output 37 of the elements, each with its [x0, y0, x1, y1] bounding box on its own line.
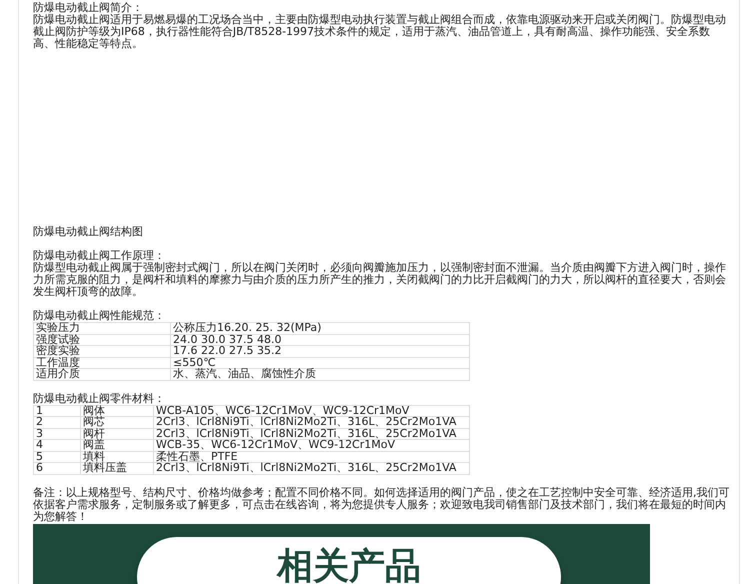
table-cell: 填料压盖	[80, 462, 154, 474]
table-cell: 阀体	[80, 405, 154, 416]
table-cell: 2Crl3、lCrl8Ni9Ti、lCrl8Ni2Mo2Ti、316L、25Cr2Mo1VA	[154, 416, 470, 428]
principle-paragraph: 防爆型电动截止阀属于强制密封式阀门，所以在阀门关闭时，必须向阀瓣施加压力，以强制密封面不泄漏。当介质由阀瓣下方进入阀门时，操作力所需克服的阻力，是阀杆和填料的摩擦力与由介质的压力所产生的推力，关闭截阀门的力比开启截阀门的力大，所以阀杆的直径要大，否则会发生阀杆顶弯的故障。	[33, 262, 727, 298]
note-paragraph: 备注：以上规格型号、结构尺寸、价格均做参考；配置不同价格不同。如何选择适用的阀门产品，使之在工艺控制中安全可靠、经济适用,我们可依据客户需求服务，定制服务或了解更多，可点击在线咨询，将为您提供专人服务；欢迎致电我司销售部门及技术部门，我们将在最短的时间内为您解答！	[33, 486, 730, 522]
table-cell: 2Crl3、lCrl8Ni9Ti、lCrl8Ni2Mo2Ti、316L、25Cr2Mo1VA	[154, 462, 470, 474]
table-cell: 实验压力	[34, 322, 170, 334]
table-cell: 5	[34, 451, 80, 462]
table-cell: 水、蒸汽、油品、腐蚀性介质	[170, 368, 470, 380]
table-cell: 工作温度	[34, 357, 170, 368]
table-cell: 阀盖	[80, 440, 154, 451]
table-cell: 24.0 30.0 37.5 48.0	[170, 334, 470, 346]
table-cell: 强度试验	[34, 334, 170, 346]
section-heading: 防爆电动截止阀性能规范：	[33, 310, 166, 322]
table-cell: 适用介质	[34, 368, 170, 380]
table-cell: 1	[34, 405, 80, 416]
table-cell: 公称压力16.20. 25. 32(MPa)	[170, 322, 470, 334]
section-heading: 防爆电动截止阀结构图	[33, 226, 144, 238]
table-cell: 阀芯	[80, 416, 154, 428]
table-cell: ≤550℃	[170, 357, 470, 368]
table-cell: 密度实验	[34, 346, 170, 357]
table-cell: 6	[34, 462, 80, 474]
intro-paragraph: 防爆电动截止阀适用于易燃易爆的工况场合当中，主要由防爆型电动执行装置与截止阀组合而成，依靠电源驱动来开启或关闭阀门。防爆型电动截止阀防护等级为IP68，执行器性能符合JB/T8528-1997技术条件的规定，适用于蒸汽、油品管道上，具有耐高温、操作功能强、安全系数高、性能稳定等特点。	[33, 14, 727, 50]
table-cell: 4	[34, 440, 80, 451]
table-cell: 2Crl3、lCrl8Ni9Ti、lCrl8Ni2Mo2Ti、316L、25Cr2Mo1VA	[154, 428, 470, 440]
table-cell: WCB-35、WC6-12Cr1MoV、WC9-12Cr1MoV	[154, 440, 470, 451]
table-cell: 柔性石墨、PTFE	[154, 451, 470, 462]
table-cell: 2	[34, 416, 80, 428]
section-heading: 防爆电动截止阀简介：	[33, 2, 144, 14]
table-cell: 阀杆	[80, 428, 154, 440]
table-cell: 17.6 22.0 27.5 35.2	[170, 346, 470, 357]
section-heading: 防爆电动截止阀零件材料：	[33, 392, 166, 404]
table-cell: 3	[34, 428, 80, 440]
table-cell: 填料	[80, 451, 154, 462]
section-heading: 防爆电动截止阀工作原理：	[33, 250, 166, 262]
table-cell: WCB-A105、WC6-12Cr1MoV、WC9-12Cr1MoV	[154, 405, 470, 416]
related-products-title: 相关产品	[137, 536, 561, 584]
